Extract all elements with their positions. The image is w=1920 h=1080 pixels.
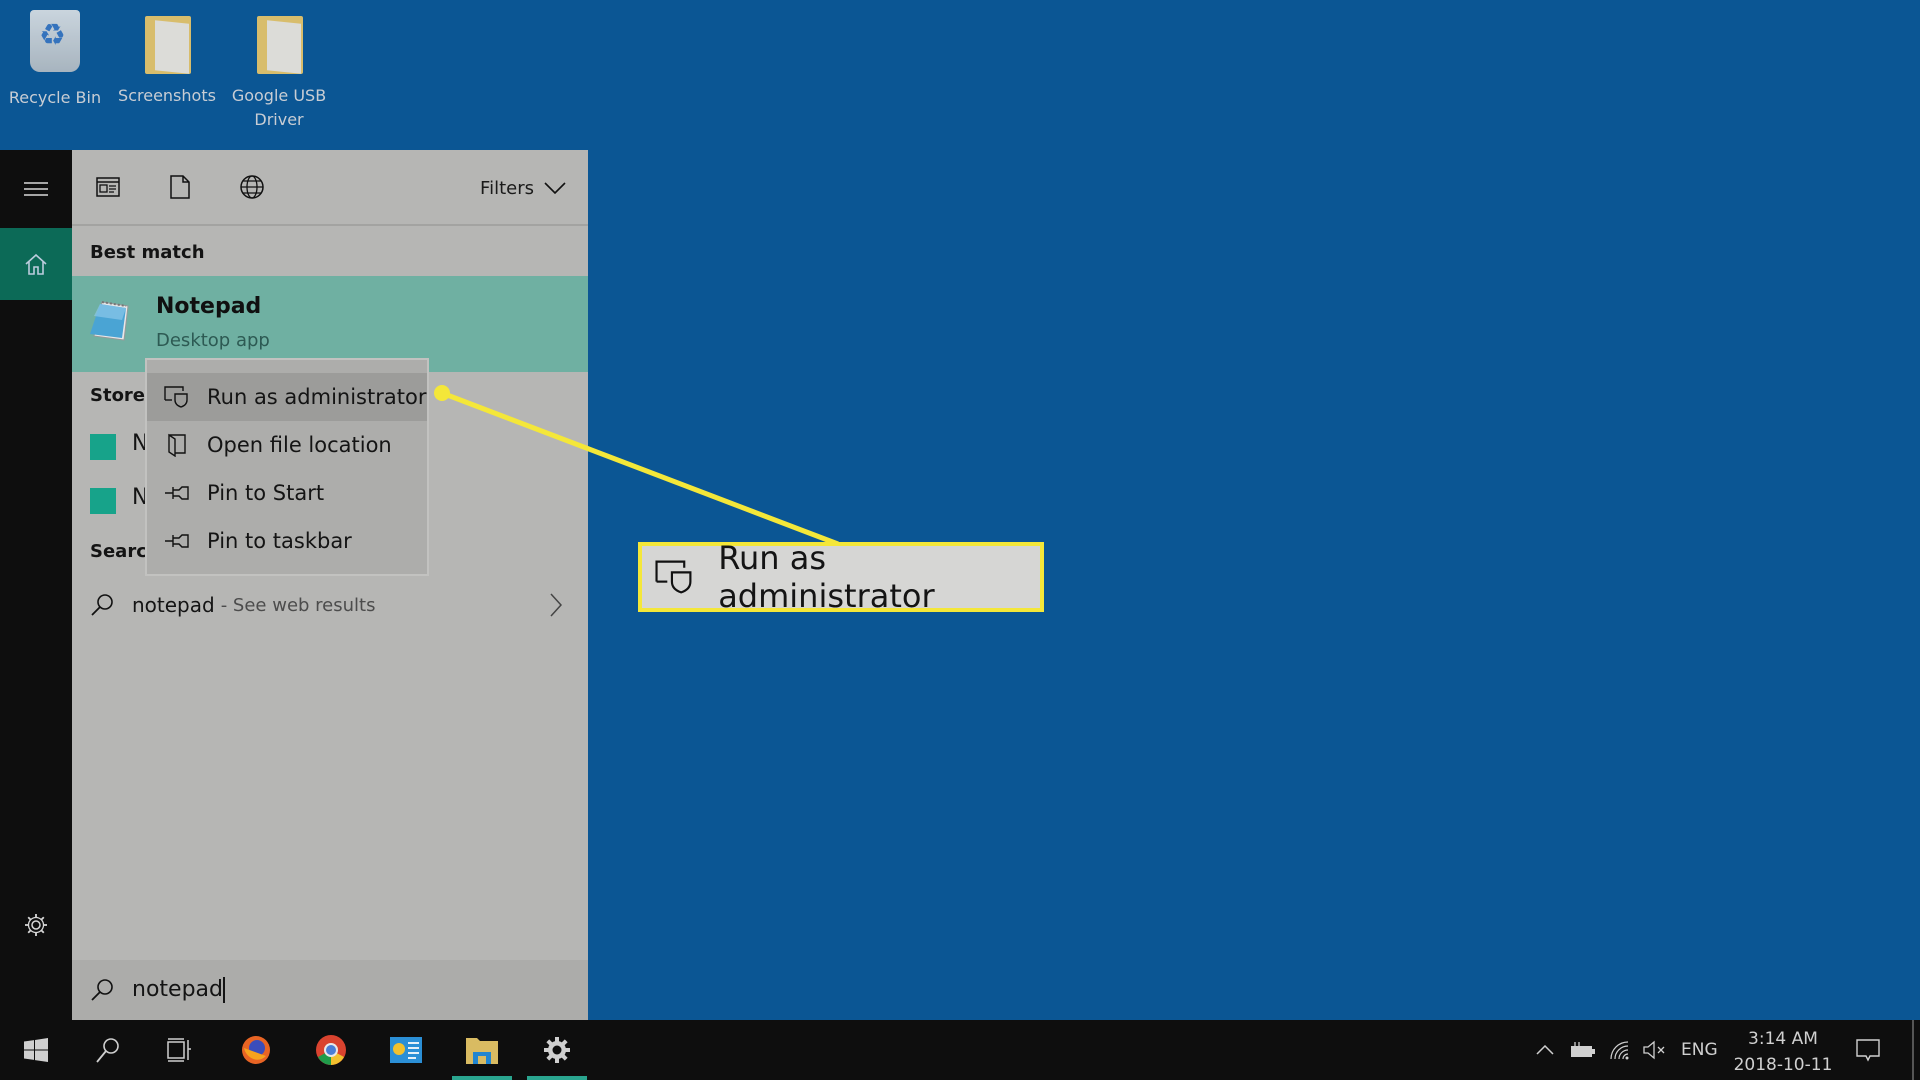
menu-item-pin-to-start[interactable]: Pin to Start (147, 469, 427, 517)
taskbar-app-chrome[interactable] (301, 1020, 361, 1080)
taskbar-app-settings[interactable] (527, 1020, 587, 1080)
wifi-icon (1610, 1041, 1629, 1060)
result-title: Notepad (156, 294, 262, 319)
windows-logo-icon (24, 1038, 48, 1062)
desktop-icon-recycle-bin[interactable]: Recycle Bin (0, 8, 110, 110)
callout-label: Run as administrator (718, 539, 935, 615)
task-view-icon (167, 1038, 191, 1062)
search-input[interactable]: notepad (72, 960, 588, 1020)
scope-apps-button[interactable] (72, 149, 144, 225)
apps-window-icon (96, 177, 120, 197)
recycle-bin-icon (23, 10, 87, 80)
taskbar: ENG 3:14 AM 2018-10-11 (0, 1020, 1920, 1080)
chrome-icon (316, 1035, 346, 1065)
web-query: notepad (132, 593, 215, 617)
shield-admin-icon (655, 560, 692, 594)
chevron-up-icon (1536, 1045, 1554, 1055)
taskbar-search-button[interactable] (78, 1020, 138, 1080)
show-desktop-button[interactable] (1912, 1020, 1914, 1080)
menu-item-open-file-location[interactable]: Open file location (147, 421, 427, 469)
volume-button[interactable] (1643, 1020, 1667, 1080)
hamburger-menu-icon (24, 182, 48, 196)
search-input-value: notepad (132, 977, 225, 1003)
menu-item-run-as-administrator[interactable]: Run as administrator (147, 373, 427, 421)
clock-time: 3:14 AM (1748, 1029, 1818, 1049)
gear-icon (544, 1037, 570, 1063)
show-hidden-icons-button[interactable] (1536, 1020, 1554, 1080)
clock-date: 2018-10-11 (1733, 1055, 1833, 1075)
globe-icon (240, 175, 264, 199)
battery-button[interactable] (1570, 1020, 1596, 1080)
language-label: ENG (1681, 1040, 1718, 1060)
firefox-icon (242, 1036, 270, 1064)
search-icon (96, 1038, 119, 1063)
desktop-icon-google-usb-driver[interactable]: Google USB Driver (224, 8, 334, 132)
menu-item-label: Pin to taskbar (207, 529, 352, 553)
home-icon (25, 253, 47, 275)
desktop-icon-screenshots[interactable]: Screenshots (112, 8, 222, 108)
pin-icon (165, 534, 189, 548)
file-explorer-icon (466, 1038, 498, 1064)
filters-dropdown[interactable]: Filters (480, 150, 566, 226)
filters-label: Filters (480, 177, 534, 199)
desktop-icon-label: Google USB Driver (231, 86, 327, 129)
scope-documents-button[interactable] (144, 149, 216, 225)
notepad-icon (90, 301, 129, 341)
annotation-callout: Run as administrator (638, 539, 1044, 615)
rail-menu-button[interactable] (0, 150, 72, 228)
search-results-panel: Filters Best match Notepad Desktop app S… (72, 150, 588, 1020)
notification-icon (1856, 1039, 1880, 1062)
taskbar-app-file-explorer[interactable] (452, 1020, 512, 1080)
web-search-result[interactable]: notepad - See web results (72, 580, 588, 630)
network-button[interactable] (1609, 1020, 1631, 1080)
folder-location-icon (168, 433, 186, 457)
clock[interactable]: 3:14 AM 2018-10-11 (1728, 1026, 1838, 1078)
task-view-button[interactable] (150, 1020, 210, 1080)
battery-icon (1571, 1042, 1595, 1057)
store-app-icon (90, 434, 116, 460)
section-label-best-match: Best match (90, 242, 205, 263)
volume-muted-icon (1643, 1040, 1665, 1060)
menu-item-label: Pin to Start (207, 481, 325, 505)
start-rail (0, 150, 72, 1020)
chevron-down-icon (544, 182, 566, 194)
folder-icon (247, 8, 311, 78)
action-center-button[interactable] (1856, 1020, 1880, 1080)
menu-item-label: Run as administrator (207, 385, 427, 409)
gear-icon (25, 914, 47, 936)
web-hint: - See web results (220, 594, 376, 616)
menu-item-pin-to-taskbar[interactable]: Pin to taskbar (147, 517, 427, 565)
taskbar-app-firefox[interactable] (226, 1020, 286, 1080)
document-icon (170, 175, 190, 199)
folder-icon (135, 8, 199, 78)
result-subtitle: Desktop app (156, 330, 270, 351)
shield-admin-icon (164, 386, 188, 408)
context-menu: Run as administrator Open file location … (145, 358, 429, 576)
control-panel-icon (390, 1037, 422, 1063)
chevron-right-icon[interactable] (550, 593, 562, 617)
rail-home-button[interactable] (0, 228, 72, 300)
pin-icon (165, 486, 189, 500)
language-indicator[interactable]: ENG (1681, 1020, 1718, 1080)
start-button[interactable] (6, 1020, 66, 1080)
scope-web-button[interactable] (216, 149, 288, 225)
section-label-store: Store (90, 385, 146, 406)
taskbar-app-control-panel[interactable] (376, 1020, 436, 1080)
store-app-icon (90, 488, 116, 514)
scope-toolbar: Filters (72, 150, 588, 226)
search-icon (91, 979, 113, 1001)
rail-settings-button[interactable] (0, 900, 72, 950)
search-icon (91, 594, 113, 616)
desktop-icon-label: Recycle Bin (8, 88, 102, 107)
desktop-icon-label: Screenshots (118, 86, 216, 105)
menu-item-label: Open file location (207, 433, 392, 457)
